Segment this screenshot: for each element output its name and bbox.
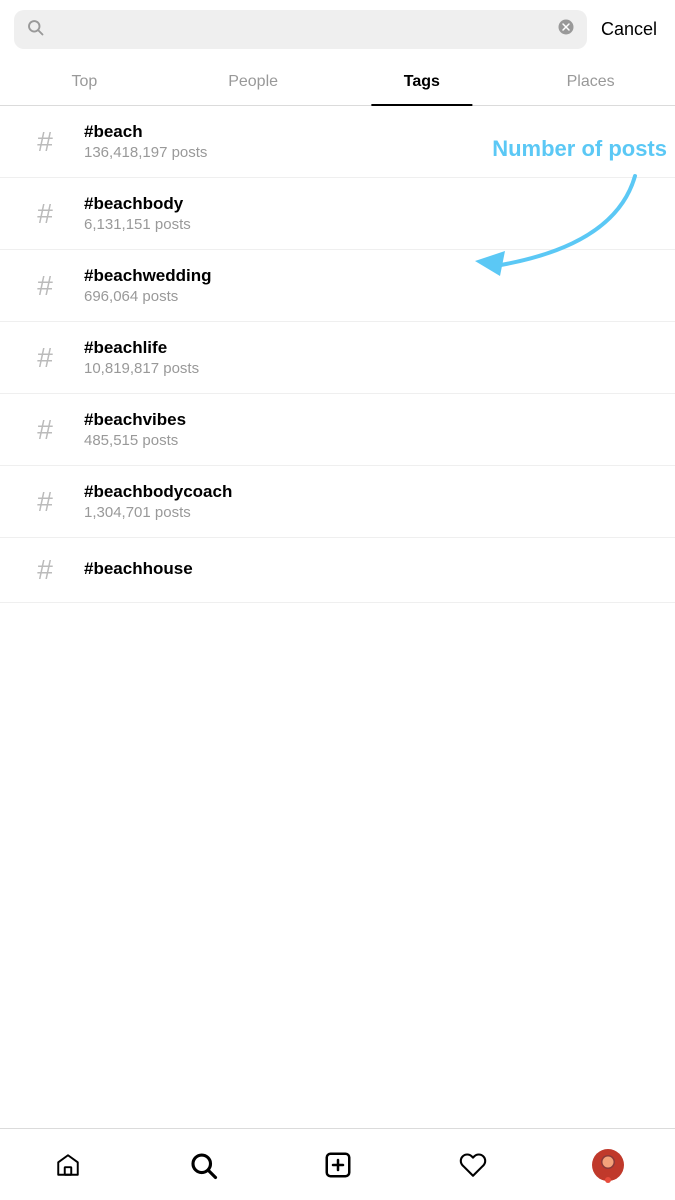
tag-name: #beachbody bbox=[84, 194, 655, 214]
hash-icon: # bbox=[20, 270, 70, 302]
hash-icon: # bbox=[20, 486, 70, 518]
tag-name: #beach bbox=[84, 122, 655, 142]
tag-info: #beachvibes 485,515 posts bbox=[70, 410, 655, 449]
tag-info: #beachwedding 696,064 posts bbox=[70, 266, 655, 305]
tag-info: #beachhouse bbox=[70, 559, 655, 581]
tag-name: #beachwedding bbox=[84, 266, 655, 286]
tag-posts: 6,131,151 posts bbox=[84, 216, 655, 233]
tag-posts: 485,515 posts bbox=[84, 432, 655, 449]
search-bar: beach Cancel bbox=[0, 0, 675, 59]
clear-icon[interactable] bbox=[557, 18, 575, 41]
search-icon bbox=[26, 18, 44, 41]
tag-posts: 696,064 posts bbox=[84, 288, 655, 305]
search-input[interactable]: beach bbox=[52, 20, 549, 40]
tag-info: #beachlife 10,819,817 posts bbox=[70, 338, 655, 377]
tab-places[interactable]: Places bbox=[506, 59, 675, 105]
tag-name: #beachhouse bbox=[84, 559, 655, 579]
tag-list: # #beach 136,418,197 posts # #beachbody … bbox=[0, 106, 675, 603]
bottom-nav bbox=[0, 1128, 675, 1200]
nav-search[interactable] bbox=[179, 1141, 227, 1189]
tag-item[interactable]: # #beachwedding 696,064 posts bbox=[0, 250, 675, 322]
tab-people[interactable]: People bbox=[169, 59, 338, 105]
hash-icon: # bbox=[20, 342, 70, 374]
tag-item[interactable]: # #beachvibes 485,515 posts bbox=[0, 394, 675, 466]
tag-item[interactable]: # #beachbody 6,131,151 posts bbox=[0, 178, 675, 250]
cancel-button[interactable]: Cancel bbox=[597, 19, 661, 40]
nav-new-post[interactable] bbox=[314, 1141, 362, 1189]
tag-info: #beachbodycoach 1,304,701 posts bbox=[70, 482, 655, 521]
tag-item[interactable]: # #beachhouse bbox=[0, 538, 675, 603]
tab-top[interactable]: Top bbox=[0, 59, 169, 105]
tag-info: #beach 136,418,197 posts bbox=[70, 122, 655, 161]
nav-dot bbox=[605, 1177, 611, 1183]
hash-icon: # bbox=[20, 126, 70, 158]
tag-name: #beachbodycoach bbox=[84, 482, 655, 502]
tag-info: #beachbody 6,131,151 posts bbox=[70, 194, 655, 233]
tag-posts: 10,819,817 posts bbox=[84, 360, 655, 377]
nav-activity[interactable] bbox=[449, 1141, 497, 1189]
hash-icon: # bbox=[20, 198, 70, 230]
tag-posts: 1,304,701 posts bbox=[84, 504, 655, 521]
search-input-wrapper: beach bbox=[14, 10, 587, 49]
tag-item[interactable]: # #beachbodycoach 1,304,701 posts bbox=[0, 466, 675, 538]
nav-profile[interactable] bbox=[584, 1141, 632, 1189]
tag-name: #beachvibes bbox=[84, 410, 655, 430]
hash-icon: # bbox=[20, 554, 70, 586]
tag-posts: 136,418,197 posts bbox=[84, 144, 655, 161]
nav-home[interactable] bbox=[44, 1141, 92, 1189]
hash-icon: # bbox=[20, 414, 70, 446]
tab-tags[interactable]: Tags bbox=[338, 59, 507, 105]
main-content: Number of posts # #beach 136,418,197 pos… bbox=[0, 106, 675, 683]
tabs-bar: Top People Tags Places bbox=[0, 59, 675, 106]
tag-item[interactable]: # #beachlife 10,819,817 posts bbox=[0, 322, 675, 394]
tag-item[interactable]: # #beach 136,418,197 posts bbox=[0, 106, 675, 178]
tag-name: #beachlife bbox=[84, 338, 655, 358]
